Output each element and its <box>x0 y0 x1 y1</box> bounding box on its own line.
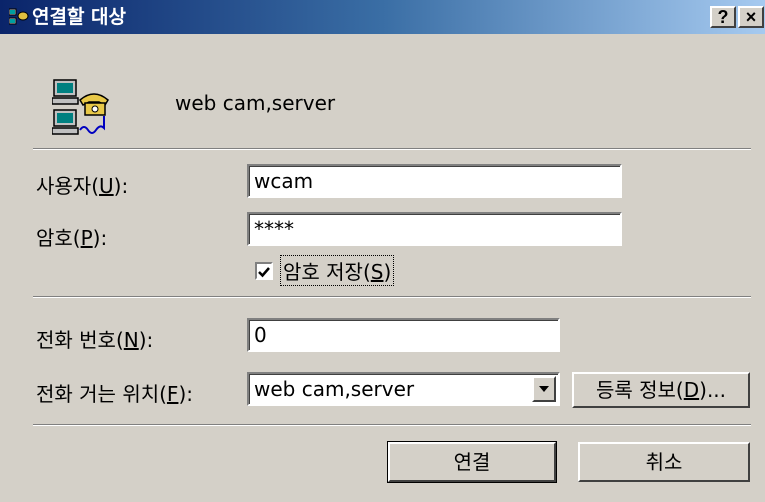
window-title: 연결할 대상 <box>32 6 127 28</box>
chevron-down-icon <box>539 386 549 392</box>
dialing-properties-button[interactable]: 등록 정보(D)... <box>572 372 750 408</box>
dial-up-connection-icon <box>8 8 29 26</box>
connection-name: web cam,server <box>175 91 336 115</box>
user-name-field[interactable]: wcam <box>247 164 622 198</box>
password-label: 암호(P): <box>36 226 108 250</box>
save-password-label[interactable]: 암호 저장(S) <box>279 255 395 286</box>
separator <box>33 296 751 298</box>
connect-to-dialog: 연결할 대상 ? × web cam,server 사용자(U): wcam 암… <box>0 0 765 502</box>
separator <box>33 148 751 150</box>
cancel-button[interactable]: 취소 <box>578 442 750 482</box>
close-button[interactable]: × <box>738 6 764 28</box>
checkmark-icon <box>258 267 270 278</box>
password-field[interactable]: **** <box>247 212 622 246</box>
dial-up-networking-icon <box>51 78 112 136</box>
phone-number-label: 전화 번호(N): <box>36 328 154 352</box>
connect-button[interactable]: 연결 <box>387 441 557 483</box>
dialing-from-select[interactable]: web cam,server <box>247 372 560 406</box>
dialing-from-label: 전화 거는 위치(F): <box>36 382 193 406</box>
separator <box>33 424 751 426</box>
title-bar[interactable]: 연결할 대상 ? × <box>0 0 765 34</box>
dialing-from-dropdown-button[interactable] <box>532 376 556 402</box>
save-password-checkbox[interactable] <box>255 262 273 280</box>
help-button[interactable]: ? <box>710 6 736 28</box>
phone-number-field[interactable]: 0 <box>247 318 560 352</box>
user-name-label: 사용자(U): <box>36 174 129 198</box>
